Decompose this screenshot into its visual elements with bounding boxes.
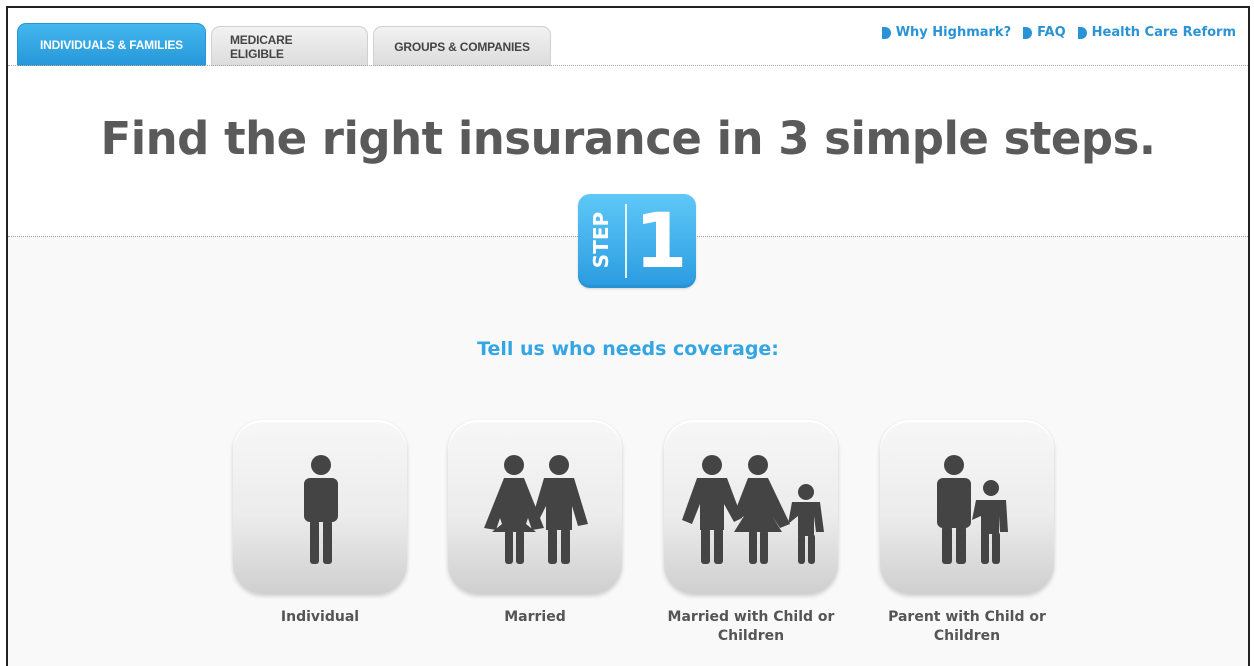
health-care-reform-link[interactable]: Health Care Reform (1077, 25, 1236, 40)
step-number: 1 (634, 196, 688, 285)
page-frame: INDIVIDUALS & FAMILIES MEDICARE ELIGIBLE… (6, 6, 1250, 666)
option-tile[interactable] (448, 420, 622, 594)
top-bar: INDIVIDUALS & FAMILIES MEDICARE ELIGIBLE… (8, 8, 1248, 66)
option-label: Married with Child or Children (667, 609, 835, 644)
why-highmark-link[interactable]: Why Highmark? (881, 25, 1012, 40)
option-tile[interactable] (880, 420, 1054, 594)
utility-links: Why Highmark? FAQ Health Care Reform (881, 25, 1236, 40)
audience-tabs: INDIVIDUALS & FAMILIES MEDICARE ELIGIBLE… (17, 23, 551, 67)
parent-child-icon (937, 455, 1008, 564)
page-title: Find the right insurance in 3 simple ste… (100, 112, 1156, 165)
faq-link[interactable]: FAQ (1023, 25, 1066, 40)
option-label: Parent with Child or Children (888, 609, 1046, 644)
arrow-icon (1077, 26, 1087, 39)
tab-medicare-eligible[interactable]: MEDICARE ELIGIBLE (211, 26, 368, 66)
why-highmark-label: Why Highmark? (895, 25, 1012, 40)
health-care-reform-label: Health Care Reform (1091, 25, 1236, 40)
option-tile[interactable] (664, 420, 838, 594)
option-individual[interactable]: Individual (220, 420, 420, 627)
step-badge: STEP 1 (578, 194, 696, 288)
step-word: STEP (589, 211, 613, 269)
faq-label: FAQ (1037, 25, 1066, 40)
individual-icon (304, 455, 338, 564)
option-parent-with-children[interactable]: Parent with Child or Children (867, 420, 1067, 646)
tab-individuals-families[interactable]: INDIVIDUALS & FAMILIES (17, 23, 206, 66)
option-married[interactable]: Married (435, 420, 635, 627)
family-icon (682, 455, 824, 564)
arrow-icon (881, 26, 891, 39)
option-label: Individual (280, 609, 360, 625)
option-label: Married (504, 609, 566, 625)
married-couple-icon (484, 455, 588, 564)
tab-groups-companies[interactable]: GROUPS & COMPANIES (373, 26, 551, 66)
step-divider (625, 204, 627, 278)
coverage-prompt: Tell us who needs coverage: (477, 338, 779, 360)
option-married-with-children[interactable]: Married with Child or Children (651, 420, 851, 646)
arrow-icon (1023, 26, 1033, 39)
option-tile[interactable] (233, 420, 407, 594)
